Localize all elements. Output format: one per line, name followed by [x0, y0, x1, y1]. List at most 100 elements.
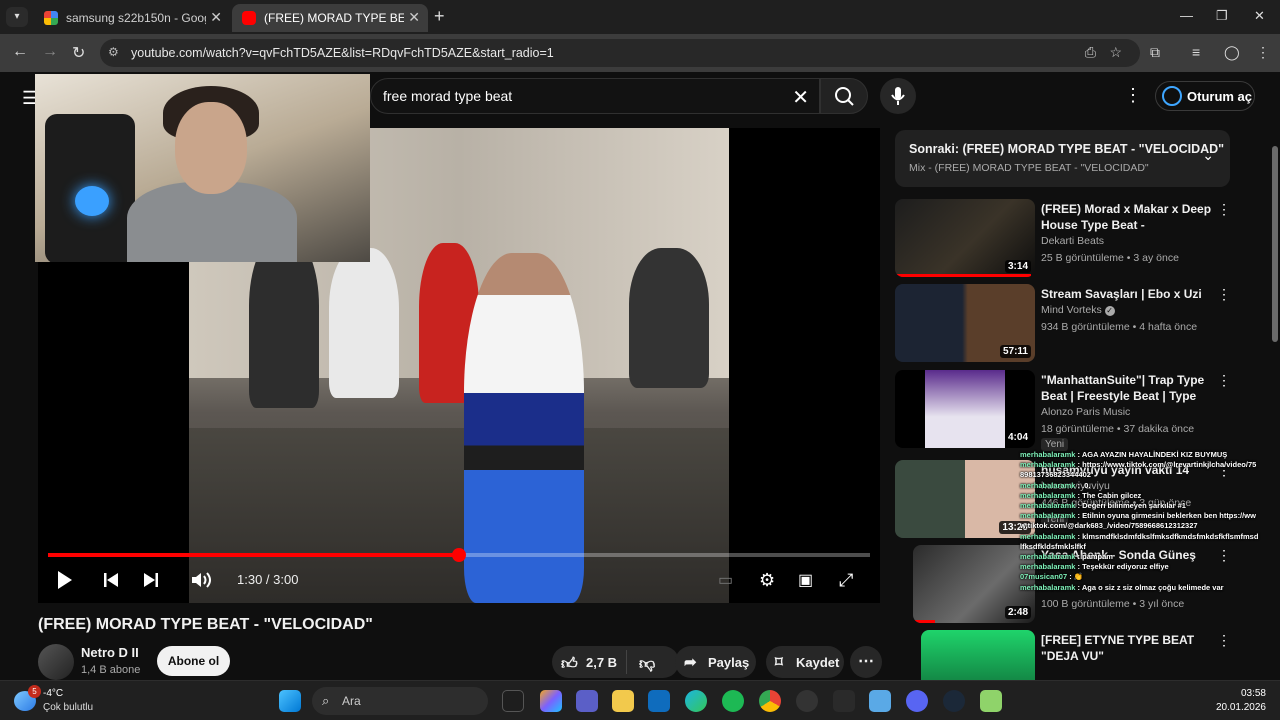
weather-widget[interactable]: 5 -4°C Çok bulutlu	[14, 685, 154, 717]
recommendation-meta: 18 görüntüleme • 37 dakika önce	[1041, 423, 1195, 435]
forward-icon[interactable]: →	[42, 43, 58, 61]
chat-text: : AGA AYAZIN HAYALİNDEKİ KIZ BUYMUŞ	[1075, 450, 1228, 459]
recommendation-item[interactable]: 3:14 (FREE) Morad x Makar x Deep House T…	[895, 199, 1235, 279]
more-vertical-icon[interactable]: ⋮	[1217, 286, 1231, 303]
extensions-icon[interactable]: ⧉	[1150, 44, 1160, 61]
share-label: Paylaş	[708, 655, 750, 670]
chat-username: merhabalaramk	[1020, 511, 1076, 521]
like-icon[interactable]: 👍︎	[561, 655, 578, 674]
close-window-icon[interactable]: ✕	[1254, 8, 1265, 24]
subtitles-icon[interactable]: ▭	[718, 570, 733, 590]
chrome-icon[interactable]	[759, 690, 781, 712]
browser-tab-youtube[interactable]: (FREE) MORAD TYPE BEAT - "VE ✕	[232, 4, 428, 32]
new-tab-icon[interactable]: +	[434, 6, 445, 27]
up-next-panel[interactable]: Sonraki: (FREE) MORAD TYPE BEAT - "VELOC…	[895, 130, 1230, 187]
app-icon[interactable]	[869, 690, 891, 712]
share-button[interactable]: ➦ Paylaş	[675, 646, 756, 678]
chat-text: : pampam	[1075, 552, 1113, 562]
next-button[interactable]	[142, 570, 160, 590]
theater-mode-icon[interactable]: ▣	[798, 570, 813, 590]
browser-tab-google[interactable]: samsung s22b150n - Google Al ✕	[34, 4, 230, 32]
verified-icon: ✓	[1104, 306, 1115, 316]
voice-search-button[interactable]	[880, 78, 916, 114]
seek-bar[interactable]	[48, 548, 870, 562]
media-control-icon[interactable]: ≡	[1192, 44, 1200, 60]
profile-icon[interactable]: ◯	[1224, 44, 1240, 61]
watched-progress	[895, 274, 1031, 277]
signin-button[interactable]: Oturum aç	[1155, 81, 1255, 111]
recommendation-item[interactable]: [FREE] ETYNE TYPE BEAT "DEJA VU" ⋮	[895, 630, 1235, 680]
search-input[interactable]: free morad type beat ✕	[370, 78, 820, 114]
video-scene-rapper	[464, 253, 584, 603]
more-vertical-icon[interactable]: ⋮	[1217, 372, 1231, 389]
steam-icon[interactable]	[943, 690, 965, 712]
obs-icon[interactable]	[796, 690, 818, 712]
bookmark-star-icon[interactable]: ☆	[1109, 44, 1122, 61]
settings-more-icon[interactable]: ⋮	[1124, 85, 1142, 106]
system-clock[interactable]: 03:58 20.01.2026	[1216, 687, 1266, 715]
recommendation-thumbnail[interactable]: 2:48	[913, 545, 1035, 623]
chat-username: merhabalaramk	[1020, 582, 1076, 592]
more-vertical-icon[interactable]: ⋮	[1217, 201, 1231, 218]
recommendation-thumbnail[interactable]: 3:14	[895, 199, 1035, 277]
restore-icon[interactable]: ❐	[1216, 8, 1228, 24]
clear-search-icon[interactable]: ✕	[792, 85, 809, 110]
recommendation-item[interactable]: 57:11 Stream Savaşları | Ebo x Uzi Mind …	[895, 284, 1235, 364]
windows-start-icon[interactable]	[279, 690, 301, 712]
more-actions-button[interactable]: ⋯	[850, 646, 882, 678]
chat-text: : Teşekkür ediyoruz elfiye	[1075, 562, 1169, 572]
settings-gear-icon[interactable]: ⚙	[759, 570, 775, 591]
seek-handle[interactable]	[452, 548, 466, 562]
like-count[interactable]: 2,7 B	[586, 655, 617, 670]
tab-title: (FREE) MORAD TYPE BEAT - "VE	[264, 11, 404, 25]
recommendation-item[interactable]: 4:04 "ManhattanSuite"| Trap Type Beat | …	[895, 370, 1235, 451]
scrollbar-thumb[interactable]	[1272, 146, 1278, 342]
webcam-light	[75, 186, 109, 216]
chat-text: : Aga o siz z siz olmaz çoğu kelimede va…	[1075, 582, 1224, 592]
recommendation-thumbnail[interactable]: 13:20	[895, 460, 1035, 538]
more-vertical-icon[interactable]: ⋮	[1217, 632, 1231, 649]
save-button[interactable]: ⌑ Kaydet	[766, 646, 844, 678]
recommendation-thumbnail[interactable]: 4:04	[895, 370, 1035, 448]
channel-avatar[interactable]	[38, 644, 74, 680]
minimize-icon[interactable]: —	[1180, 8, 1193, 23]
channel-name[interactable]: Netro D II	[81, 645, 139, 660]
task-view-icon[interactable]	[502, 690, 524, 712]
chat-username: merhabalaramk	[1020, 531, 1076, 541]
reload-icon[interactable]: ↻	[72, 43, 85, 63]
teams-icon[interactable]	[576, 690, 598, 712]
back-icon[interactable]: ←	[12, 43, 28, 61]
search-query: free morad type beat	[383, 88, 513, 104]
copilot-icon[interactable]	[540, 690, 562, 712]
file-explorer-icon[interactable]	[612, 690, 634, 712]
previous-button[interactable]	[102, 570, 120, 590]
epic-games-icon[interactable]	[833, 690, 855, 712]
browser-menu-icon[interactable]: ⋮	[1256, 44, 1270, 61]
discord-icon[interactable]	[906, 690, 928, 712]
recommendation-thumbnail[interactable]	[921, 630, 1035, 680]
volume-button[interactable]	[190, 570, 212, 590]
recommendation-thumbnail[interactable]: 57:11	[895, 284, 1035, 362]
close-tab-icon[interactable]: ✕	[408, 9, 420, 26]
subscribe-button[interactable]: Abone ol	[157, 646, 230, 676]
search-button[interactable]	[820, 78, 868, 114]
install-app-icon[interactable]: ⎙	[1085, 44, 1096, 61]
site-info-icon[interactable]: ⚙	[108, 45, 119, 59]
page-scrollbar[interactable]	[1269, 144, 1280, 680]
chevron-down-icon[interactable]: ⌄	[1202, 147, 1214, 164]
app-icon[interactable]	[980, 690, 1002, 712]
spotify-icon[interactable]	[722, 690, 744, 712]
close-tab-icon[interactable]: ✕	[210, 9, 222, 26]
taskbar-search[interactable]: ⌕ Ara	[312, 687, 488, 715]
fullscreen-icon[interactable]: ⤢	[839, 570, 853, 591]
temperature: -4°C	[43, 688, 64, 699]
address-bar[interactable]: ⚙ youtube.com/watch?v=qvFchTD5AZE&list=R…	[100, 39, 1140, 67]
store-icon[interactable]	[648, 690, 670, 712]
play-button[interactable]	[56, 570, 74, 590]
dislike-icon[interactable]: 👎︎	[639, 655, 655, 674]
tab-search-button[interactable]: ▾	[6, 7, 28, 27]
chat-message: merhabalaramk : https://www.tiktok.com/@…	[1020, 460, 1260, 480]
edge-icon[interactable]	[685, 690, 707, 712]
like-divider	[626, 650, 627, 674]
video-scene-person	[329, 248, 399, 398]
